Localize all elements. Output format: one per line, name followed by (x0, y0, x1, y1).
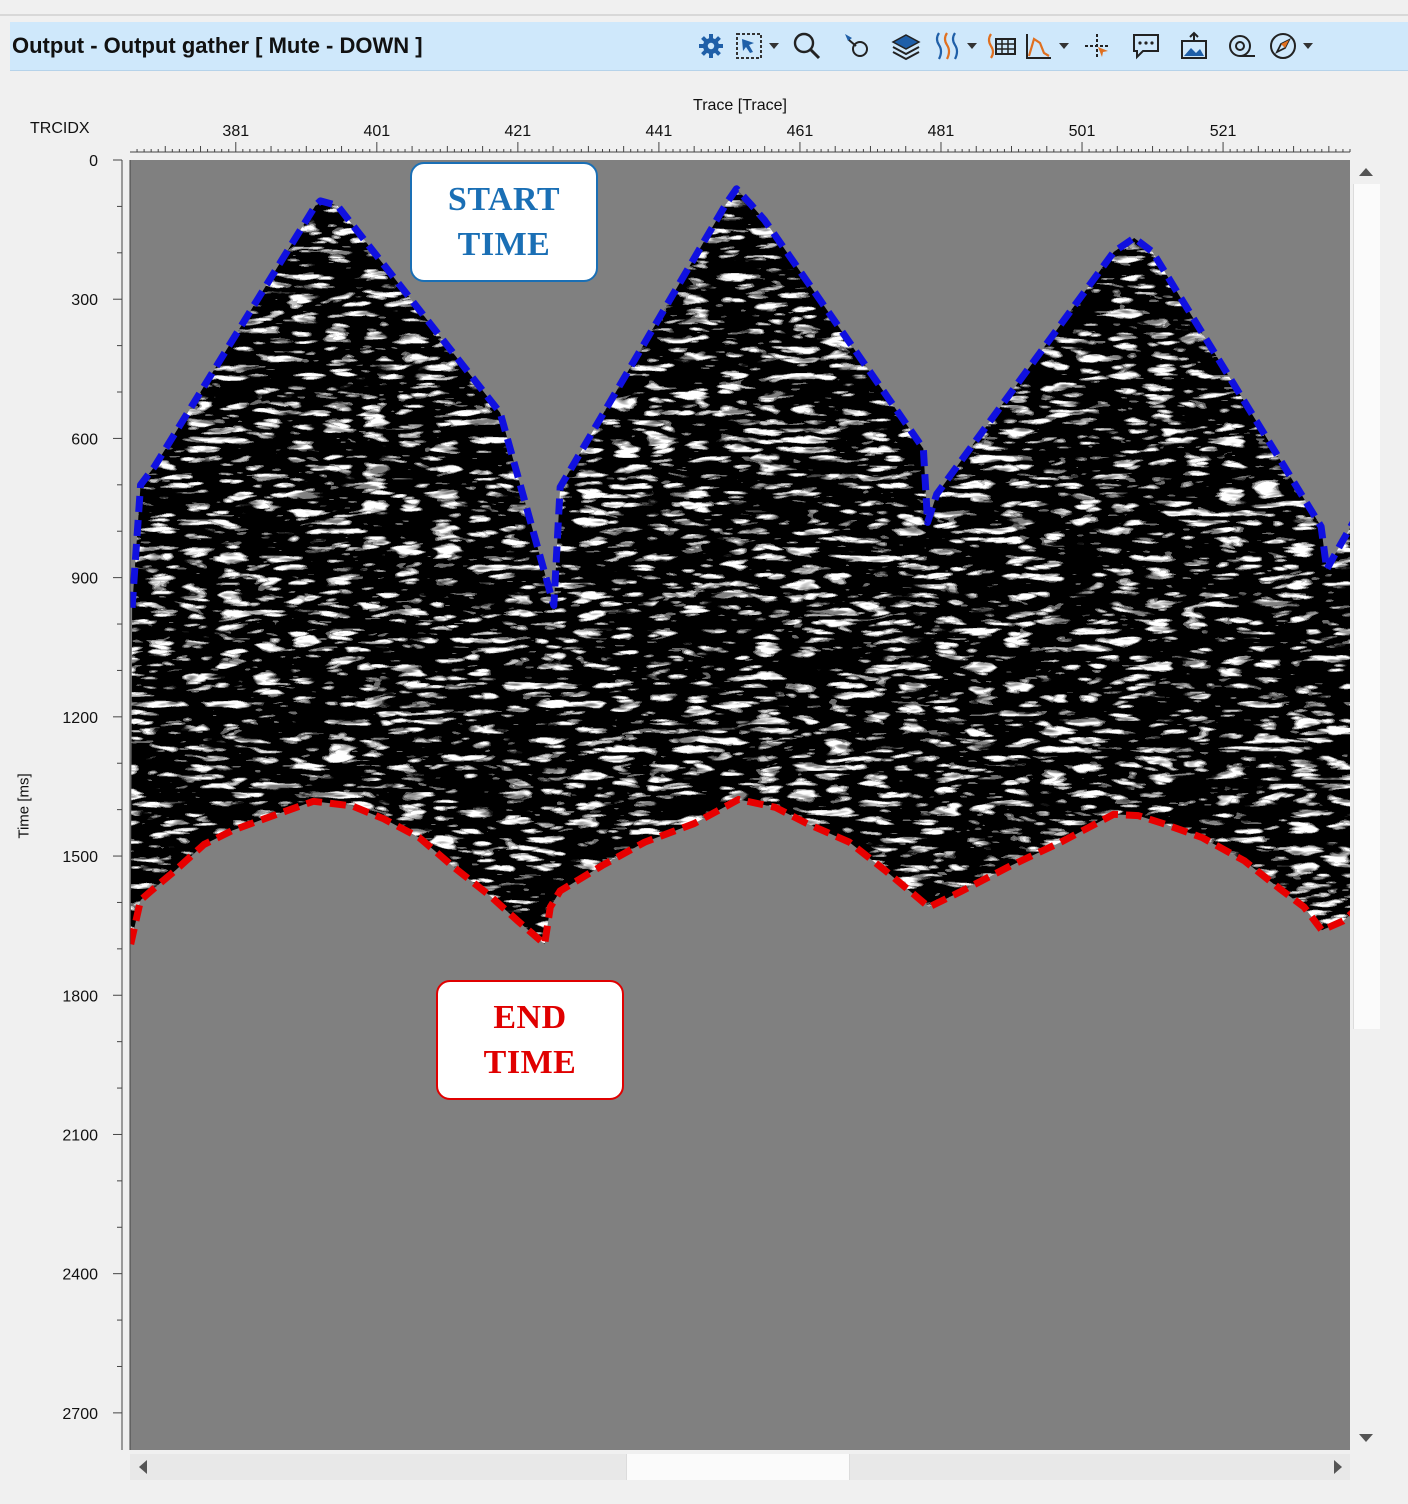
y-tick-label: 2100 (62, 1127, 98, 1144)
horizontal-scroll-thumb[interactable] (626, 1454, 850, 1480)
y-tick-label: 300 (71, 292, 98, 309)
y-tick-label: 2700 (62, 1406, 98, 1423)
scroll-up-icon[interactable] (1359, 168, 1373, 176)
x-tick-label: 461 (787, 123, 814, 140)
x-tick-label: 401 (363, 123, 390, 140)
x-tick-label: 501 (1069, 123, 1096, 140)
scroll-down-icon[interactable] (1359, 1434, 1373, 1442)
y-tick-label: 900 (71, 571, 98, 588)
x-tick-label: 521 (1210, 123, 1237, 140)
start-label-line2: TIME (457, 226, 551, 263)
y-tick-label: 1200 (62, 710, 98, 727)
horizontal-scrollbar[interactable] (130, 1454, 1350, 1480)
start-time-label: START TIME (410, 162, 598, 282)
y-tick-label: 600 (71, 431, 98, 448)
end-label-line2: TIME (483, 1044, 577, 1081)
scroll-right-icon[interactable] (1334, 1460, 1342, 1474)
y-tick-label: 2400 (62, 1267, 98, 1284)
scroll-left-icon[interactable] (139, 1460, 147, 1474)
end-time-label: END TIME (436, 980, 624, 1100)
x-tick-label: 481 (928, 123, 955, 140)
vertical-scrollbar[interactable] (1353, 162, 1380, 1452)
vertical-scroll-thumb[interactable] (1353, 184, 1380, 1029)
x-tick-label: 441 (646, 123, 673, 140)
y-tick-label: 1500 (62, 849, 98, 866)
gather-plot[interactable]: 381 401 421 441 461 481 501 521 0 300 600 900 1200 1… (0, 0, 1408, 1504)
x-tick-label: 381 (222, 123, 249, 140)
y-tick-label: 0 (89, 153, 98, 170)
start-label-line1: START (447, 181, 561, 218)
end-label-line1: END (493, 999, 567, 1036)
x-tick-label: 421 (505, 123, 532, 140)
y-tick-label: 1800 (62, 988, 98, 1005)
